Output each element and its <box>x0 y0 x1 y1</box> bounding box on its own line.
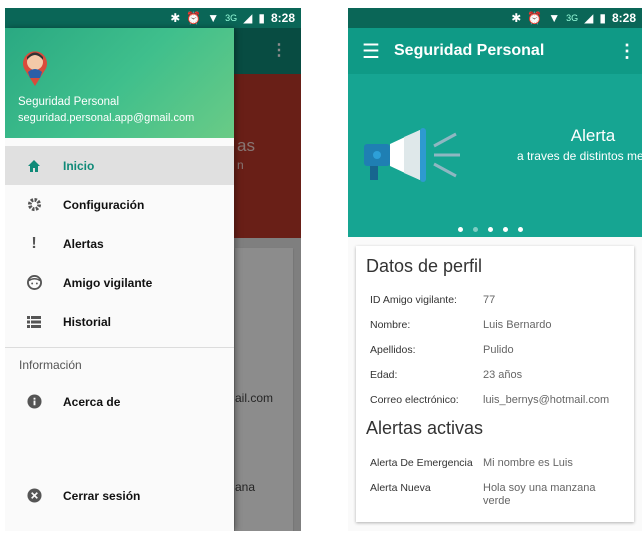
alert-row-value: Hola soy una manzana verde <box>483 482 596 507</box>
drawer-item-label: Alertas <box>63 236 104 251</box>
drawer-item-label: Historial <box>63 314 112 329</box>
drawer-item-alertas[interactable]: ! Alertas <box>5 224 234 263</box>
drawer-item-label: Amigo vigilante <box>63 275 153 290</box>
drawer-item-label: Inicio <box>63 158 95 173</box>
drawer-logout: Cerrar sesión <box>5 476 234 515</box>
carousel-subtitle: a traves de distintos medios. <box>516 149 642 163</box>
carousel-dot[interactable] <box>503 227 508 232</box>
drawer-header: Seguridad Personal seguridad.personal.ap… <box>5 28 234 138</box>
network-type: 3G <box>566 13 579 23</box>
profile-row-value: Pulido <box>483 344 514 356</box>
carousel-dot[interactable] <box>488 227 493 232</box>
profile-card: Datos de perfil ID Amigo vigilante: 77 N… <box>356 246 634 522</box>
wifi-icon: ▼ <box>548 11 561 25</box>
carousel-dot[interactable] <box>473 227 478 232</box>
status-bar: ✱ ⏰ ▼ 3G ◢ ▮ 8:28 <box>5 8 301 28</box>
alarm-icon: ⏰ <box>186 11 202 25</box>
status-time: 8:28 <box>270 11 295 25</box>
drawer-menu: Inicio Configuración ! Alertas Amigo vig… <box>5 146 234 421</box>
drawer-user-name: Seguridad Personal <box>18 96 120 108</box>
exclamation-icon: ! <box>31 234 37 252</box>
logout-button[interactable]: Cerrar sesión <box>5 476 234 515</box>
battery-icon: ▮ <box>599 11 606 25</box>
profile-row-label: Nombre: <box>370 319 411 331</box>
list-icon <box>5 315 63 328</box>
left-screen: ✱ ⏰ ▼ 3G ◢ ▮ 8:28 ⋮ as n ail.com ana Seg… <box>5 8 301 531</box>
profile-row-label: Correo electrónico: <box>370 394 459 406</box>
signal-icon: ◢ <box>243 11 253 25</box>
app-toolbar: ☰ Seguridad Personal ⋮ <box>348 28 642 74</box>
toolbar-title: Seguridad Personal <box>394 42 545 59</box>
profile-row-label: Edad: <box>370 369 398 381</box>
profile-row-value: 23 años <box>483 369 523 381</box>
bluetooth-icon: ✱ <box>511 11 522 25</box>
battery-icon: ▮ <box>258 11 265 25</box>
carousel-title: Alerta <box>570 126 616 145</box>
hamburger-menu-icon[interactable]: ☰ <box>348 39 394 64</box>
drawer-item-amigo-vigilante[interactable]: Amigo vigilante <box>5 263 234 302</box>
face-icon <box>5 275 63 290</box>
home-icon <box>5 159 63 173</box>
profile-row-value: 77 <box>483 294 496 306</box>
profile-row-value: luis_bernys@hotmail.com <box>483 394 610 406</box>
network-type: 3G <box>225 13 238 23</box>
bluetooth-icon: ✱ <box>170 11 181 25</box>
info-icon <box>5 394 63 409</box>
megaphone-icon <box>364 128 460 182</box>
carousel-dot[interactable] <box>518 227 523 232</box>
alert-carousel[interactable]: Alerta a traves de distintos medios. <box>348 74 642 237</box>
alert-row-label: Alerta Nueva <box>370 482 431 494</box>
drawer-item-acerca-de[interactable]: Acerca de <box>5 382 234 421</box>
drawer-item-label: Configuración <box>63 197 145 212</box>
alarm-icon: ⏰ <box>527 11 543 25</box>
carousel-pagination <box>458 227 523 232</box>
drawer-item-configuracion[interactable]: Configuración <box>5 185 234 224</box>
drawer-user-email: seguridad.personal.app@gmail.com <box>18 112 195 124</box>
drawer-item-label: Acerca de <box>63 394 121 409</box>
profile-title: Datos de perfil <box>366 256 483 276</box>
status-time: 8:28 <box>611 11 636 25</box>
alert-row-value: Mi nombre es Luis <box>483 457 573 469</box>
navigation-drawer: Seguridad Personal seguridad.personal.ap… <box>5 28 234 531</box>
alerts-title: Alertas activas <box>366 418 484 438</box>
drawer-item-historial[interactable]: Historial <box>5 302 234 341</box>
avatar <box>23 51 47 86</box>
signal-icon: ◢ <box>584 11 594 25</box>
wifi-icon: ▼ <box>207 11 220 25</box>
alert-row-label: Alerta De Emergencia <box>370 457 473 469</box>
drawer-item-inicio[interactable]: Inicio <box>5 146 234 185</box>
profile-row-label: ID Amigo vigilante: <box>370 294 457 306</box>
close-circle-icon <box>5 488 63 503</box>
gear-icon <box>5 197 63 212</box>
carousel-dot[interactable] <box>458 227 463 232</box>
profile-row-label: Apellidos: <box>370 344 416 356</box>
profile-row-value: Luis Bernardo <box>483 319 552 331</box>
right-screen: ✱ ⏰ ▼ 3G ◢ ▮ 8:28 ☰ Seguridad Personal ⋮… <box>348 8 642 531</box>
status-bar: ✱ ⏰ ▼ 3G ◢ ▮ 8:28 <box>348 8 642 28</box>
logout-label: Cerrar sesión <box>63 488 141 503</box>
overflow-menu-icon[interactable]: ⋮ <box>612 41 642 62</box>
drawer-section-label: Información <box>19 358 82 372</box>
